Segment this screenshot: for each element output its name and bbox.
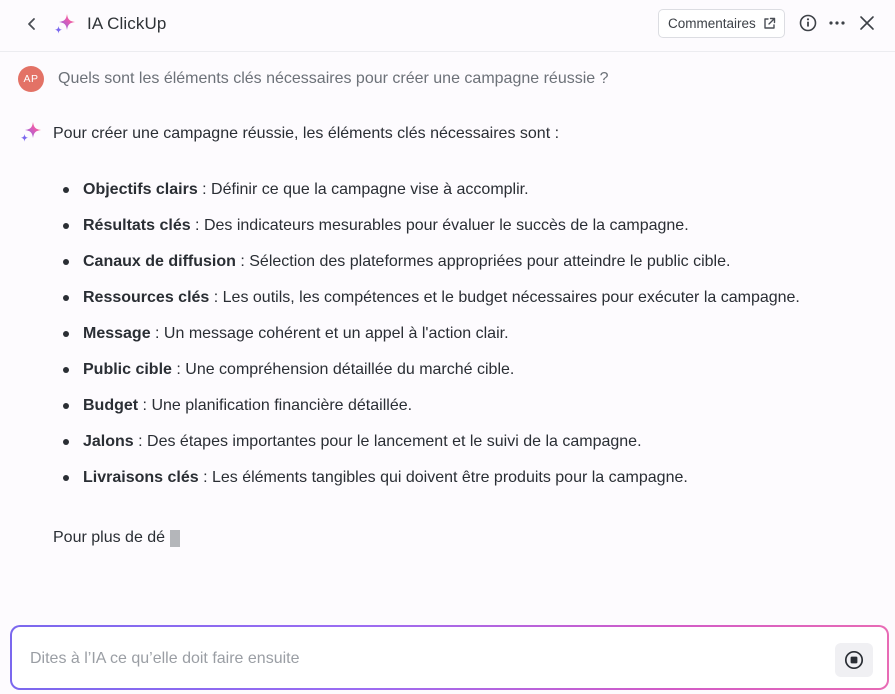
prompt-input[interactable] [30, 645, 810, 673]
ai-intro-text: Pour créer une campagne réussie, les élé… [53, 125, 560, 142]
list-item: Objectifs clairs : Définir ce que la cam… [60, 178, 800, 214]
list-item: Jalons : Des étapes importantes pour le … [60, 430, 800, 466]
more-icon [829, 21, 845, 25]
info-button[interactable] [798, 13, 818, 33]
ai-chat-window: IA ClickUp Commentaires AP Quels sont le… [0, 0, 895, 694]
ai-bullet-list: Objectifs clairs : Définir ce que la cam… [60, 178, 800, 502]
back-button[interactable] [20, 12, 44, 36]
list-item: Livraisons clés : Les éléments tangibles… [60, 466, 800, 502]
prompt-input-inner [12, 627, 887, 688]
partial-response: Pour plus de dé [53, 529, 166, 546]
close-button[interactable] [857, 13, 877, 33]
sparkle-icon [20, 122, 41, 142]
streaming-text: Pour plus de dé [53, 529, 181, 547]
list-item: Budget : Une planification financière dé… [60, 394, 800, 430]
stop-generation-button[interactable] [835, 643, 873, 677]
more-options-button[interactable] [827, 13, 847, 33]
prompt-input-container [10, 625, 889, 690]
header: IA ClickUp Commentaires [0, 0, 895, 52]
user-question: Quels sont les éléments clés nécessaires… [58, 70, 609, 87]
list-item: Public cible : Une compréhension détaill… [60, 358, 800, 394]
info-icon [799, 14, 817, 32]
close-icon [860, 16, 874, 30]
stop-icon [844, 650, 864, 670]
list-item: Message : Un message cohérent et un appe… [60, 322, 800, 358]
avatar: AP [18, 66, 44, 92]
external-link-icon [764, 17, 776, 29]
list-item: Résultats clés : Des indicateurs mesurab… [60, 214, 800, 250]
chevron-left-icon [28, 18, 35, 30]
page-title: IA ClickUp [87, 14, 167, 33]
comments-button-label: Commentaires [668, 16, 756, 31]
comments-button[interactable]: Commentaires [658, 9, 785, 38]
list-item: Canaux de diffusion : Sélection des plat… [60, 250, 800, 286]
typing-cursor [170, 529, 181, 547]
user-message: AP Quels sont les éléments clés nécessai… [18, 66, 609, 92]
sparkle-icon [54, 14, 75, 34]
list-item: Ressources clés : Les outils, les compét… [60, 286, 800, 322]
